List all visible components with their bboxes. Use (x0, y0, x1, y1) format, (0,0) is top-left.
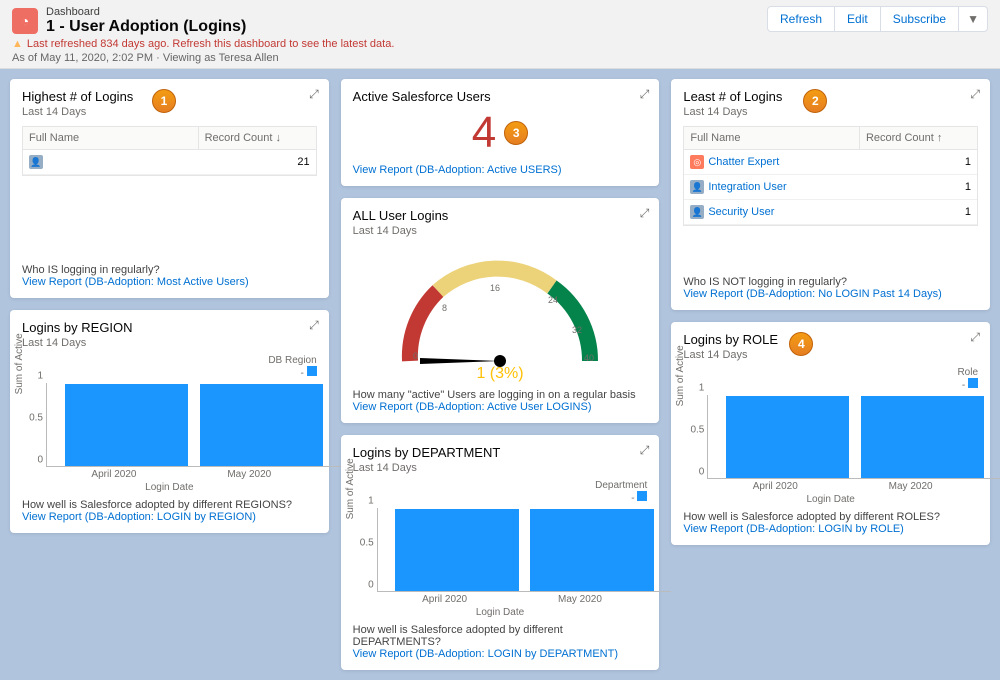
card-question: Who IS logging in regularly? (22, 264, 317, 276)
refresh-button[interactable]: Refresh (767, 6, 835, 32)
expand-icon[interactable]: ⤢ (640, 206, 650, 221)
annotation-badge-3: 3 (504, 121, 528, 145)
user-icon: 👤 (690, 205, 704, 219)
card-question: How well is Salesforce adopted by differ… (353, 624, 648, 648)
card-title: Least # of Logins (683, 89, 978, 104)
table-row[interactable]: 👤Integration User 1 (684, 175, 977, 200)
warning-banner: ▲ Last refreshed 834 days ago. Refresh t… (12, 38, 394, 50)
dashboard-icon: ◔ (12, 8, 38, 34)
card-question: How many "active" Users are logging in o… (353, 389, 648, 401)
expand-icon[interactable]: ⤢ (640, 443, 650, 458)
view-report-link[interactable]: View Report (DB-Adoption: LOGIN by DEPAR… (353, 648, 648, 660)
dashboard-header: ◔ Dashboard 1 - User Adoption (Logins) ▲… (0, 0, 1000, 69)
card-title: ALL User Logins (353, 208, 648, 223)
svg-text:32: 32 (572, 325, 582, 335)
bar-chart: 0 0.5 1 (46, 383, 341, 467)
card-logins-role: ⤢ Logins by ROLE Last 14 Days 4 Role - S… (671, 322, 990, 545)
user-icon: 👤 (29, 155, 43, 169)
col-count[interactable]: Record Count ↓ (199, 127, 316, 149)
svg-text:8: 8 (442, 303, 447, 313)
card-question: How well is Salesforce adopted by differ… (683, 511, 978, 523)
svg-text:0: 0 (413, 351, 418, 361)
bar-chart: 0 0.5 1 (707, 395, 1000, 479)
warning-icon: ▲ (12, 38, 23, 50)
card-all-logins: ⤢ ALL User Logins Last 14 Days 0 8 16 24… (341, 198, 660, 423)
expand-icon[interactable]: ⤢ (970, 87, 980, 102)
svg-text:40: 40 (584, 353, 594, 363)
expand-icon[interactable]: ⤢ (309, 87, 319, 102)
table-row[interactable]: 👤 21 (23, 150, 316, 175)
expand-icon[interactable]: ⤢ (309, 318, 319, 333)
expand-icon[interactable]: ⤢ (970, 330, 980, 345)
legend-swatch (968, 378, 978, 388)
legend-title: Department (595, 480, 647, 491)
legend-swatch (307, 366, 317, 376)
svg-text:24: 24 (548, 295, 558, 305)
x-axis-title: Login Date (683, 494, 978, 505)
least-table: Full Name Record Count ↑ ◎Chatter Expert… (683, 126, 978, 226)
highest-table: Full Name Record Count ↓ 👤 21 (22, 126, 317, 176)
card-title: Logins by DEPARTMENT (353, 445, 648, 460)
x-axis-title: Login Date (22, 482, 317, 493)
view-report-link[interactable]: View Report (DB-Adoption: LOGIN by REGIO… (22, 511, 317, 523)
table-row[interactable]: 👤Security User 1 (684, 200, 977, 225)
edit-button[interactable]: Edit (835, 6, 881, 32)
card-subtitle: Last 14 Days (22, 337, 317, 349)
gauge-chart: 0 8 16 24 32 40 1 (3%) (353, 241, 648, 383)
card-question: Who IS NOT logging in regularly? (683, 276, 978, 288)
card-active-users: ⤢ Active Salesforce Users 4 3 View Repor… (341, 79, 660, 186)
view-report-link[interactable]: View Report (DB-Adoption: LOGIN by ROLE) (683, 523, 978, 535)
card-subtitle: Last 14 Days (683, 106, 978, 118)
card-logins-region: ⤢ Logins by REGION Last 14 Days DB Regio… (10, 310, 329, 533)
annotation-badge-1: 1 (152, 89, 176, 113)
y-axis-title: Sum of Active (14, 333, 25, 394)
x-axis-title: Login Date (353, 607, 648, 618)
user-icon: ◎ (690, 155, 704, 169)
legend-swatch (637, 491, 647, 501)
col-fullname[interactable]: Full Name (23, 127, 199, 149)
view-report-link[interactable]: View Report (DB-Adoption: Active USERS) (353, 164, 648, 176)
viewing-as-text: As of May 11, 2020, 2:02 PM · Viewing as… (12, 52, 394, 64)
legend-title: DB Region (268, 355, 316, 366)
expand-icon[interactable]: ⤢ (640, 87, 650, 102)
card-least-logins: ⤢ Least # of Logins Last 14 Days 2 Full … (671, 79, 990, 310)
bar-chart: 0 0.5 1 (377, 508, 672, 592)
col-count[interactable]: Record Count ↑ (860, 127, 977, 149)
y-axis-title: Sum of Active (345, 458, 356, 519)
card-subtitle: Last 14 Days (353, 225, 648, 237)
card-subtitle: Last 14 Days (353, 462, 648, 474)
view-report-link[interactable]: View Report (DB-Adoption: Active User LO… (353, 401, 648, 413)
card-question: How well is Salesforce adopted by differ… (22, 499, 317, 511)
svg-text:16: 16 (490, 283, 500, 293)
view-report-link[interactable]: View Report (DB-Adoption: No LOGIN Past … (683, 288, 978, 300)
y-axis-title: Sum of Active (675, 345, 686, 406)
breadcrumb: Dashboard (46, 6, 246, 18)
gauge-value-label: 1 (3%) (476, 365, 523, 383)
table-row[interactable]: ◎Chatter Expert 1 (684, 150, 977, 175)
more-menu-button[interactable]: ▼ (959, 6, 988, 32)
card-title: Logins by ROLE (683, 332, 978, 347)
view-report-link[interactable]: View Report (DB-Adoption: Most Active Us… (22, 276, 317, 288)
metric-value: 4 (472, 108, 496, 158)
card-highest-logins: ⤢ Highest # of Logins Last 14 Days 1 Ful… (10, 79, 329, 298)
legend-title: Role (957, 367, 978, 378)
col-fullname[interactable]: Full Name (684, 127, 860, 149)
user-icon: 👤 (690, 180, 704, 194)
card-logins-dept: ⤢ Logins by DEPARTMENT Last 14 Days Depa… (341, 435, 660, 670)
card-subtitle: Last 14 Days (683, 349, 978, 361)
subscribe-button[interactable]: Subscribe (881, 6, 959, 32)
card-title: Active Salesforce Users (353, 89, 648, 104)
card-title: Logins by REGION (22, 320, 317, 335)
page-title: 1 - User Adoption (Logins) (46, 18, 246, 36)
